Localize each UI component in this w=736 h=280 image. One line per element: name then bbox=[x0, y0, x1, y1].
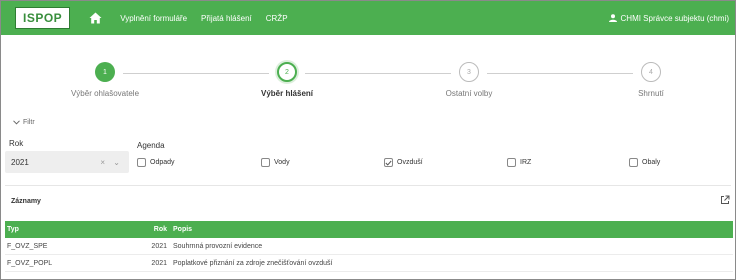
step-1[interactable]: 1 Výběr ohlašovatele bbox=[45, 62, 165, 98]
table-header: Typ Rok Popis bbox=[5, 221, 733, 238]
column-header-popis[interactable]: Popis bbox=[173, 221, 192, 238]
nav-crzp[interactable]: CRŽP bbox=[266, 14, 288, 23]
checkbox-label: Obaly bbox=[642, 159, 661, 166]
table-row[interactable]: F_OVZ_SPE 2021 Souhrnná provozní evidenc… bbox=[5, 239, 733, 255]
step-label: Výběr hlášení bbox=[260, 89, 314, 98]
ispop-logo[interactable]: ISPOP bbox=[15, 7, 71, 29]
step-circle: 2 bbox=[277, 62, 297, 82]
rok-select[interactable]: 2021 × ⌄ bbox=[5, 151, 129, 173]
checkbox-box[interactable] bbox=[629, 158, 638, 167]
cell-typ: F_OVZ_SPE bbox=[7, 243, 48, 250]
cell-popis: Poplatkové přiznání za zdroje znečišťová… bbox=[173, 260, 333, 267]
logo-text: ISPOP bbox=[23, 11, 63, 25]
step-3[interactable]: 3 Ostatní volby bbox=[409, 62, 529, 98]
checkbox-box[interactable] bbox=[261, 158, 270, 167]
top-nav-bar: ISPOP Vyplnění formuláře Přijatá hlášení… bbox=[1, 1, 735, 35]
rok-label: Rok bbox=[9, 139, 24, 148]
user-icon bbox=[608, 14, 617, 22]
cell-rok: 2021 bbox=[151, 243, 167, 250]
records-title: Záznamy bbox=[11, 198, 41, 205]
checkbox-box[interactable] bbox=[507, 158, 516, 167]
checkbox-box-checked[interactable] bbox=[384, 158, 393, 167]
agenda-checkbox-irz[interactable]: IRZ bbox=[507, 158, 531, 167]
table-row[interactable]: F_OVZ_POPL 2021 Poplatkové přiznání za z… bbox=[5, 256, 733, 272]
checkbox-label: IRZ bbox=[520, 159, 532, 166]
nav-prijata-hlaseni[interactable]: Přijatá hlášení bbox=[201, 14, 252, 23]
app-frame: ISPOP Vyplnění formuláře Přijatá hlášení… bbox=[0, 0, 736, 280]
step-label: Shrnutí bbox=[638, 89, 664, 98]
cell-typ: F_OVZ_POPL bbox=[7, 260, 53, 267]
cell-popis: Souhrnná provozní evidence bbox=[173, 243, 263, 250]
filter-title: Filtr bbox=[23, 119, 35, 126]
checkbox-label: Ovzduší bbox=[397, 159, 423, 166]
step-label: Výběr ohlašovatele bbox=[70, 89, 140, 98]
step-circle: 4 bbox=[641, 62, 661, 82]
home-icon[interactable] bbox=[88, 11, 102, 25]
checkbox-label: Vody bbox=[274, 159, 290, 166]
external-link-icon[interactable] bbox=[720, 195, 730, 205]
nav-vyplneni-formulare[interactable]: Vyplnění formuláře bbox=[120, 14, 187, 23]
filter-toggle[interactable]: Filtr bbox=[13, 119, 35, 126]
step-circle: 1 bbox=[95, 62, 115, 82]
cell-rok: 2021 bbox=[151, 260, 167, 267]
checkmark-icon bbox=[385, 160, 392, 166]
column-header-typ[interactable]: Typ bbox=[7, 221, 19, 238]
section-divider bbox=[5, 185, 731, 186]
chevron-down-icon bbox=[13, 120, 20, 125]
agenda-checkbox-ovzdusi[interactable]: Ovzduší bbox=[384, 158, 423, 167]
rok-value: 2021 bbox=[11, 157, 29, 167]
agenda-checkbox-obaly[interactable]: Obaly bbox=[629, 158, 660, 167]
wizard-stepper: 1 Výběr ohlašovatele 2 Výběr hlášení 3 O… bbox=[1, 59, 735, 103]
column-header-rok[interactable]: Rok bbox=[133, 221, 167, 238]
step-label: Ostatní volby bbox=[445, 89, 493, 98]
checkbox-box[interactable] bbox=[137, 158, 146, 167]
step-4[interactable]: 4 Shrnutí bbox=[591, 62, 711, 98]
agenda-label: Agenda bbox=[137, 141, 165, 150]
checkbox-label: Odpady bbox=[150, 159, 175, 166]
user-menu[interactable]: CHMI Správce subjektu (chmi) bbox=[608, 13, 729, 23]
user-name: CHMI Správce subjektu (chmi) bbox=[620, 13, 729, 23]
rok-select-controls[interactable]: × ⌄ bbox=[100, 158, 123, 167]
step-circle: 3 bbox=[459, 62, 479, 82]
agenda-checkbox-vody[interactable]: Vody bbox=[261, 158, 290, 167]
agenda-checkbox-odpady[interactable]: Odpady bbox=[137, 158, 175, 167]
step-2[interactable]: 2 Výběr hlášení bbox=[227, 62, 347, 98]
